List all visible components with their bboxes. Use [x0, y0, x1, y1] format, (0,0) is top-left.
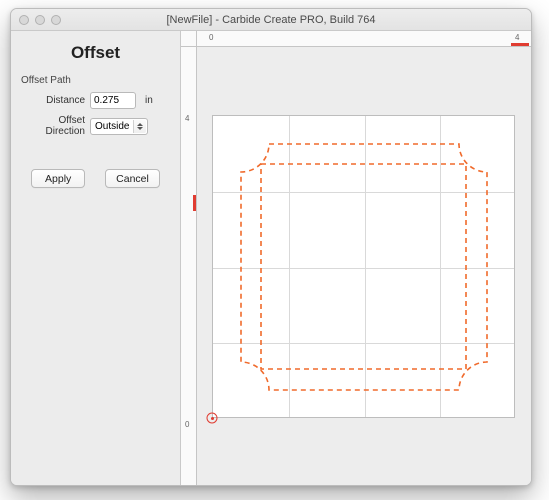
direction-value: Outside: [95, 121, 129, 132]
close-window-button[interactable]: [19, 15, 29, 25]
canvas-area: 04 40: [181, 31, 531, 485]
sidebar-panel: Offset Offset Path Distance in Offset Di…: [11, 31, 181, 485]
apply-button[interactable]: Apply: [31, 169, 85, 188]
direction-row: Offset Direction Outside: [21, 115, 170, 137]
ruler-v-tick: 4: [185, 114, 189, 123]
offset-path-label: Offset Path: [21, 75, 170, 86]
cancel-button[interactable]: Cancel: [105, 169, 160, 188]
distance-label: Distance: [21, 95, 85, 106]
ruler-v-red-marker: [193, 195, 196, 211]
ruler-vertical[interactable]: 40: [181, 47, 197, 485]
app-window: [NewFile] - Carbide Create PRO, Build 76…: [10, 8, 532, 486]
distance-input[interactable]: [90, 92, 136, 109]
outer-offset-path[interactable]: [241, 144, 487, 390]
inner-source-rect[interactable]: [261, 164, 466, 369]
ruler-horizontal[interactable]: 04: [197, 31, 531, 47]
origin-dot-icon: [211, 417, 214, 420]
content-area: Offset Offset Path Distance in Offset Di…: [11, 31, 531, 485]
ruler-v-tick: 0: [185, 420, 189, 429]
ruler-h-tick: 4: [515, 33, 519, 42]
zoom-window-button[interactable]: [51, 15, 61, 25]
distance-unit: in: [145, 95, 153, 106]
titlebar: [NewFile] - Carbide Create PRO, Build 76…: [11, 9, 531, 31]
direction-label: Offset Direction: [21, 115, 85, 137]
minimize-window-button[interactable]: [35, 15, 45, 25]
button-row: Apply Cancel: [21, 169, 170, 188]
window-controls: [19, 15, 61, 25]
origin-handle[interactable]: [207, 413, 218, 424]
panel-title: Offset: [21, 43, 170, 63]
direction-select[interactable]: Outside: [90, 118, 148, 135]
distance-row: Distance in: [21, 92, 170, 109]
canvas-viewport[interactable]: [197, 47, 531, 485]
window-title: [NewFile] - Carbide Create PRO, Build 76…: [11, 14, 531, 26]
ruler-corner: [181, 31, 197, 47]
chevron-updown-icon: [133, 120, 146, 133]
ruler-h-red-marker: [511, 43, 529, 46]
offset-shape[interactable]: [197, 47, 531, 438]
ruler-h-tick: 0: [209, 33, 213, 42]
